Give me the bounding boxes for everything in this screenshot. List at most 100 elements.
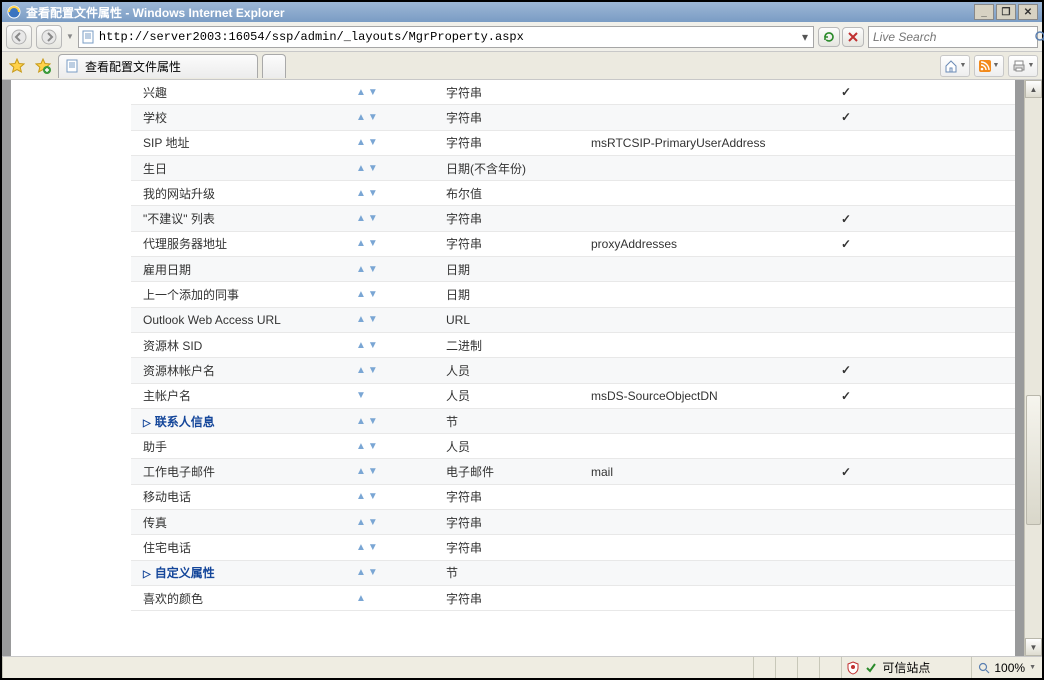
reorder-controls: ▲▼ [346,340,446,351]
property-name[interactable]: 兴趣 [131,84,346,101]
property-name[interactable]: 移动电话 [131,488,346,505]
back-button[interactable] [6,25,32,49]
property-name[interactable]: "不建议" 列表 [131,210,346,227]
move-down-icon[interactable]: ▼ [368,238,378,249]
move-down-icon[interactable]: ▼ [368,188,378,199]
property-name[interactable]: 助手 [131,438,346,455]
move-up-icon[interactable]: ▲ [356,163,366,174]
table-row: ▷联系人信息 ▲▼ 节 [131,409,1015,434]
print-button[interactable]: ▼ [1008,55,1038,77]
property-type: 节 [446,413,591,430]
content-area: 兴趣▲▼字符串学校▲▼字符串SIP 地址▲▼字符串msRTCSIP-Primar… [2,80,1042,656]
property-name[interactable]: 生日 [131,160,346,177]
address-dropdown[interactable]: ▾ [797,30,813,44]
scroll-down-button[interactable]: ▼ [1025,638,1042,656]
move-down-icon[interactable]: ▼ [368,542,378,553]
move-up-icon[interactable]: ▲ [356,416,366,427]
move-down-icon[interactable]: ▼ [368,163,378,174]
property-name[interactable]: 传真 [131,514,346,531]
home-button[interactable]: ▼ [940,55,970,77]
property-name[interactable]: SIP 地址 [131,134,346,151]
move-up-icon[interactable]: ▲ [356,137,366,148]
move-down-icon[interactable]: ▼ [368,340,378,351]
move-down-icon[interactable]: ▼ [368,517,378,528]
address-bar[interactable]: ▾ [78,26,814,48]
move-up-icon[interactable]: ▲ [356,264,366,275]
feeds-button[interactable]: ▼ [974,55,1004,77]
property-name[interactable]: 雇用日期 [131,261,346,278]
zoom-control[interactable]: 100% ▼ [971,657,1042,678]
table-row: 兴趣▲▼字符串 [131,80,1015,105]
property-name[interactable]: 我的网站升级 [131,185,346,202]
move-up-icon[interactable]: ▲ [356,517,366,528]
move-up-icon[interactable]: ▲ [356,289,366,300]
property-name[interactable]: 住宅电话 [131,539,346,556]
nav-history-dropdown[interactable]: ▼ [66,32,74,41]
add-favorites-icon[interactable] [32,55,54,77]
move-down-icon[interactable]: ▼ [368,567,378,578]
move-up-icon[interactable]: ▲ [356,441,366,452]
property-name[interactable]: Outlook Web Access URL [131,313,346,327]
property-name[interactable]: 上一个添加的同事 [131,286,346,303]
move-up-icon[interactable]: ▲ [356,112,366,123]
zoom-dropdown-icon[interactable]: ▼ [1029,664,1036,671]
vertical-scrollbar[interactable]: ▲ ▼ [1024,80,1042,656]
move-up-icon[interactable]: ▲ [356,567,366,578]
search-bar[interactable] [868,26,1038,48]
move-up-icon[interactable]: ▲ [356,188,366,199]
move-up-icon[interactable]: ▲ [356,593,366,604]
search-icon[interactable] [1034,30,1044,44]
move-up-icon[interactable]: ▲ [356,365,366,376]
favorites-star-icon[interactable] [6,55,28,77]
section-header[interactable]: ▷自定义属性 [131,564,346,581]
property-name[interactable]: 资源林 SID [131,337,346,354]
scroll-thumb[interactable] [1026,395,1041,525]
move-up-icon[interactable]: ▲ [356,466,366,477]
move-down-icon[interactable]: ▼ [368,87,378,98]
move-down-icon[interactable]: ▼ [368,137,378,148]
section-header[interactable]: ▷联系人信息 [131,413,346,430]
stop-button[interactable] [842,27,864,47]
move-up-icon[interactable]: ▲ [356,314,366,325]
refresh-button[interactable] [818,27,840,47]
property-type: 电子邮件 [446,463,591,480]
move-down-icon[interactable]: ▼ [368,365,378,376]
move-down-icon[interactable]: ▼ [356,390,366,401]
search-input[interactable] [869,30,1034,44]
move-up-icon[interactable]: ▲ [356,238,366,249]
new-tab-button[interactable] [262,54,286,78]
scroll-track[interactable] [1025,98,1042,638]
scroll-up-button[interactable]: ▲ [1025,80,1042,98]
table-row: ▷自定义属性▲▼节 [131,561,1015,586]
move-down-icon[interactable]: ▼ [368,466,378,477]
property-name[interactable]: 主帐户名 [131,387,346,404]
forward-button[interactable] [36,25,62,49]
move-down-icon[interactable]: ▼ [368,441,378,452]
property-name[interactable]: 学校 [131,109,346,126]
checkmark-icon [841,389,851,403]
move-up-icon[interactable]: ▲ [356,542,366,553]
move-down-icon[interactable]: ▼ [368,314,378,325]
url-input[interactable] [97,30,797,44]
tab-bar: 查看配置文件属性 ▼ ▼ ▼ [2,52,1042,80]
move-down-icon[interactable]: ▼ [368,491,378,502]
close-button[interactable]: ✕ [1018,4,1038,20]
move-down-icon[interactable]: ▼ [368,416,378,427]
property-name[interactable]: 代理服务器地址 [131,235,346,252]
checkmark-icon [841,212,851,226]
move-down-icon[interactable]: ▼ [368,289,378,300]
move-up-icon[interactable]: ▲ [356,213,366,224]
move-down-icon[interactable]: ▼ [368,264,378,275]
property-name[interactable]: 喜欢的颜色 [131,590,346,607]
property-name[interactable]: 工作电子邮件 [131,463,346,480]
move-up-icon[interactable]: ▲ [356,491,366,502]
property-type: 字符串 [446,235,591,252]
property-name[interactable]: 资源林帐户名 [131,362,346,379]
move-up-icon[interactable]: ▲ [356,340,366,351]
browser-tab[interactable]: 查看配置文件属性 [58,54,258,78]
minimize-button[interactable]: _ [974,4,994,20]
move-down-icon[interactable]: ▼ [368,112,378,123]
move-down-icon[interactable]: ▼ [368,213,378,224]
maximize-button[interactable]: ❐ [996,4,1016,20]
move-up-icon[interactable]: ▲ [356,87,366,98]
